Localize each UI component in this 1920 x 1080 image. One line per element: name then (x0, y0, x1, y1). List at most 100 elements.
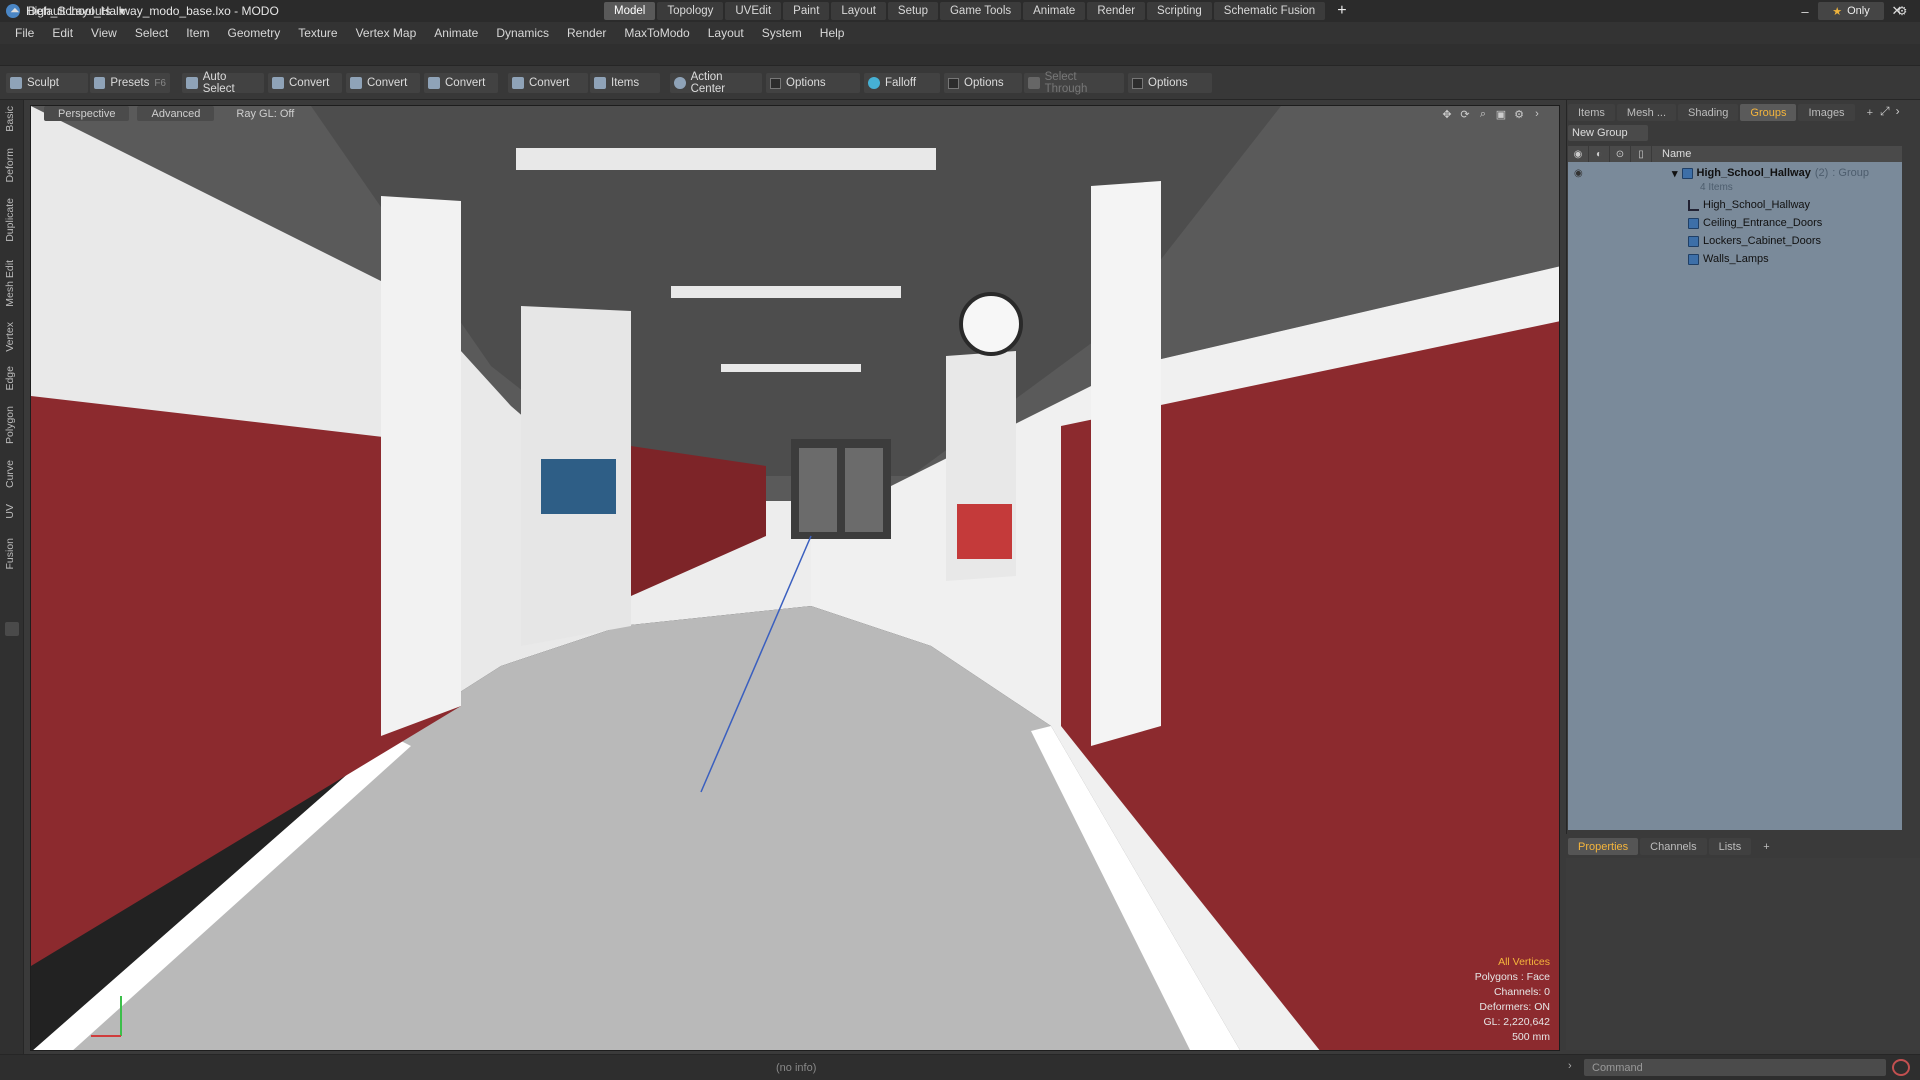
add-tab-button[interactable]: + (1753, 838, 1779, 855)
tab-render[interactable]: Render (1087, 2, 1146, 20)
name-column-header[interactable]: Name (1652, 148, 1691, 160)
menu-help[interactable]: Help (811, 26, 854, 40)
action-options-button[interactable]: Options (766, 73, 860, 93)
command-input[interactable]: Command (1584, 1059, 1886, 1076)
visibility-column-eye-icon[interactable]: ◉ (1568, 146, 1589, 162)
3d-viewport[interactable] (30, 105, 1560, 1051)
tab-paint[interactable]: Paint (783, 2, 830, 20)
left-tab-fusion[interactable]: Fusion (4, 538, 16, 570)
left-tab-basic[interactable]: Basic (4, 106, 16, 132)
left-tab-edge[interactable]: Edge (4, 366, 16, 391)
mesh-icon (1688, 199, 1699, 211)
menu-layout[interactable]: Layout (699, 26, 753, 40)
list-item[interactable]: Lockers_Cabinet_Doors (1568, 232, 1902, 250)
left-tab-polygon[interactable]: Polygon (4, 406, 16, 444)
tab-topology[interactable]: Topology (657, 2, 724, 20)
layout-selector[interactable]: ⏶ Default Layouts ▾ (10, 3, 125, 18)
menu-render[interactable]: Render (558, 26, 615, 40)
convert-polygons-button[interactable]: Convert (424, 73, 498, 93)
tab-groups[interactable]: Groups (1740, 104, 1797, 121)
tab-scripting[interactable]: Scripting (1147, 2, 1212, 20)
shading-mode-dropdown[interactable]: Advanced (137, 106, 215, 121)
left-tab-duplicate[interactable]: Duplicate (4, 198, 16, 242)
polygon-icon (428, 77, 440, 89)
menu-file[interactable]: File (6, 26, 43, 40)
collapse-arrow-icon[interactable]: ▾ (1672, 167, 1678, 180)
falloff-options-button[interactable]: Options (944, 73, 1022, 93)
left-tab-vertex[interactable]: Vertex (4, 322, 16, 352)
menu-geometry[interactable]: Geometry (219, 26, 290, 40)
visibility-eye-icon[interactable]: ◉ (1574, 168, 1586, 179)
left-tab-mesh-edit[interactable]: Mesh Edit (4, 260, 16, 307)
viewport-gear-icon[interactable]: ⚙ (1512, 107, 1526, 121)
hallway-scene (31, 106, 1559, 1050)
menu-dynamics[interactable]: Dynamics (487, 26, 558, 40)
tab-items[interactable]: Items (1568, 104, 1615, 121)
tab-model[interactable]: Model (604, 2, 656, 20)
left-tab-uv[interactable]: UV (4, 504, 16, 519)
menu-item[interactable]: Item (177, 26, 218, 40)
convert-vertices-button[interactable]: Convert (268, 73, 342, 93)
menu-maxtomodo[interactable]: MaxToModo (615, 26, 698, 40)
tool-bar: Sculpt Presets F6 Auto Select Convert Con… (0, 66, 1920, 100)
add-tab-button[interactable]: + (1327, 2, 1356, 20)
items-button[interactable]: Items (590, 73, 660, 93)
tab-properties[interactable]: Properties (1568, 838, 1639, 855)
list-item[interactable]: High_School_Hallway (1568, 196, 1902, 214)
convert-materials-button[interactable]: Convert (508, 73, 588, 93)
sculpt-button[interactable]: Sculpt (6, 73, 88, 93)
menu-system[interactable]: System (753, 26, 811, 40)
auto-select-button[interactable]: Auto Select (182, 71, 264, 95)
menu-select[interactable]: Select (126, 26, 177, 40)
select-column-icon[interactable]: ▯ (1631, 146, 1652, 162)
menu-texture[interactable]: Texture (289, 26, 346, 40)
new-group-button[interactable]: New Group (1568, 125, 1648, 141)
tab-lists[interactable]: Lists (1708, 838, 1752, 855)
convert-edges-button[interactable]: Convert (346, 73, 420, 93)
command-history-button[interactable] (1892, 1059, 1910, 1076)
pan-icon[interactable]: ✥ (1440, 107, 1454, 121)
menu-vertex-map[interactable]: Vertex Map (347, 26, 426, 40)
falloff-button[interactable]: Falloff (864, 73, 940, 93)
gear-icon[interactable]: ⚙ (1892, 2, 1912, 20)
tab-shading[interactable]: Shading (1678, 104, 1739, 121)
rotate-icon[interactable]: ⟳ (1458, 107, 1472, 121)
view-mode-dropdown[interactable]: Perspective (44, 106, 130, 121)
group-tree: ◉ ▾ High_School_Hallway (2) : Group 4 It… (1568, 162, 1902, 830)
menu-view[interactable]: View (82, 26, 126, 40)
only-button[interactable]: ★ Only (1818, 2, 1884, 20)
raygl-toggle[interactable]: Ray GL: Off (222, 106, 308, 121)
tab-images[interactable]: Images (1798, 104, 1855, 121)
tab-animate[interactable]: Animate (1023, 2, 1086, 20)
chevron-right-icon[interactable]: › (1530, 107, 1544, 121)
collapse-icon[interactable]: ⏶ (10, 3, 20, 18)
list-item[interactable]: Walls_Lamps (1568, 250, 1902, 268)
tab-game-tools[interactable]: Game Tools (939, 2, 1022, 20)
group-icon (1688, 235, 1699, 247)
tab-schematic-fusion[interactable]: Schematic Fusion (1213, 2, 1326, 20)
menu-edit[interactable]: Edit (43, 26, 82, 40)
presets-button[interactable]: Presets F6 (90, 73, 170, 93)
only-label: Only (1847, 5, 1870, 17)
deformers-info: Deformers: ON (1479, 1001, 1550, 1013)
tab-channels[interactable]: Channels (1640, 838, 1707, 855)
tab-mesh-ops[interactable]: Mesh ... (1616, 104, 1677, 121)
select-through-button[interactable]: Select Through (1024, 71, 1124, 95)
chevron-right-icon[interactable]: › (1896, 104, 1900, 119)
fit-icon[interactable]: ▣ (1494, 107, 1508, 121)
expand-icon[interactable]: ⤢ (1880, 104, 1890, 119)
action-center-button[interactable]: Action Center (670, 71, 762, 95)
select-options-button[interactable]: Options (1128, 73, 1212, 93)
tab-uvedit[interactable]: UVEdit (725, 2, 782, 20)
group-child-label: High_School_Hallway (1703, 199, 1811, 211)
list-item[interactable]: Ceiling_Entrance_Doors (1568, 214, 1902, 232)
zoom-icon[interactable]: ⌕ (1476, 107, 1490, 121)
left-tab-deform[interactable]: Deform (4, 148, 16, 182)
menu-animate[interactable]: Animate (425, 26, 487, 40)
tab-layout[interactable]: Layout (831, 2, 886, 20)
expand-panel-button[interactable] (5, 622, 19, 636)
render-column-icon[interactable]: ◐ (1589, 146, 1610, 162)
left-tab-curve[interactable]: Curve (4, 460, 16, 488)
tab-setup[interactable]: Setup (887, 2, 938, 20)
lock-column-icon[interactable]: ⊙ (1610, 146, 1631, 162)
